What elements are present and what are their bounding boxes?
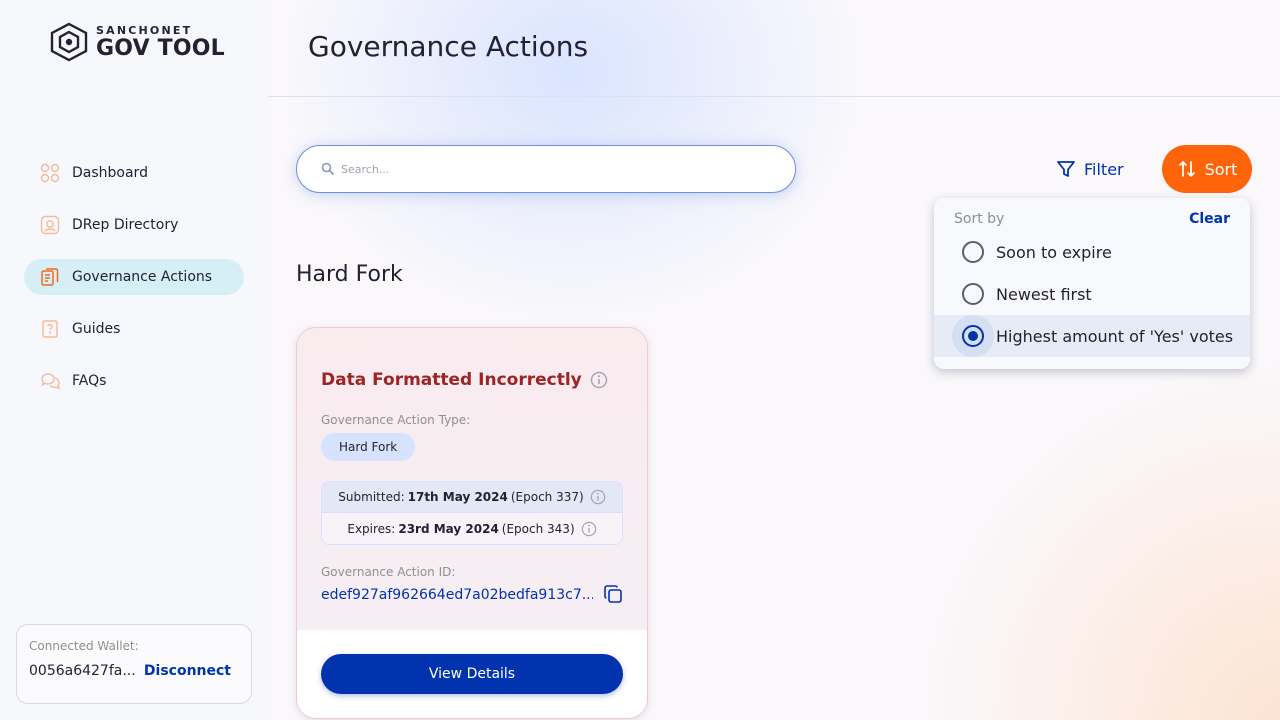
guides-icon [40, 319, 60, 339]
sidebar: SANCHONET GOV TOOL Dashboard DRep Direct… [0, 0, 268, 720]
filter-icon [1057, 161, 1075, 177]
governance-action-card: Data Formatted Incorrectly Governance Ac… [296, 327, 648, 719]
search-bar[interactable] [296, 145, 796, 193]
sort-button[interactable]: Sort [1162, 145, 1252, 193]
sidebar-item-label: Dashboard [72, 165, 148, 181]
search-icon [321, 162, 335, 176]
section-title: Hard Fork [296, 262, 403, 287]
search-input[interactable] [341, 162, 761, 176]
governance-actions-icon [40, 267, 60, 287]
sidebar-item-guides[interactable]: Guides [24, 311, 244, 347]
sidebar-nav: Dashboard DRep Directory Governance Acti… [24, 155, 244, 415]
radio-unchecked[interactable] [962, 241, 984, 263]
action-id-value: edef927af962664ed7a02bedfa913c7... [321, 587, 593, 603]
sort-option-newest-first[interactable]: Newest first [934, 273, 1250, 315]
main-content: Governance Actions Filter Sort Sort by C… [268, 0, 1280, 720]
submitted-label: Submitted: [338, 490, 405, 504]
expires-label: Expires: [347, 521, 396, 536]
filter-label: Filter [1084, 159, 1124, 179]
sort-option-soon-to-expire[interactable]: Soon to expire [934, 231, 1250, 273]
submitted-epoch: (Epoch 337) [510, 490, 584, 504]
action-type-label: Governance Action Type: [321, 413, 471, 427]
sort-option-highest-yes-votes[interactable]: Highest amount of 'Yes' votes [934, 315, 1250, 357]
sidebar-item-faqs[interactable]: FAQs [24, 363, 244, 399]
sidebar-item-governance-actions[interactable]: Governance Actions [24, 259, 244, 295]
sort-menu: Sort by Clear Soon to expire Newest firs… [934, 198, 1250, 369]
sort-option-label: Newest first [996, 284, 1092, 304]
action-id-label: Governance Action ID: [321, 565, 456, 579]
dashboard-icon [40, 163, 60, 183]
expires-row: Expires: 23rd May 2024 (Epoch 343) [322, 513, 622, 544]
page-title: Governance Actions [308, 30, 589, 63]
sort-clear-button[interactable]: Clear [1189, 211, 1230, 227]
expires-epoch: (Epoch 343) [501, 521, 575, 536]
wallet-label: Connected Wallet: [29, 639, 139, 653]
faqs-icon [40, 371, 60, 391]
submitted-row: Submitted: 17th May 2024 (Epoch 337) [322, 482, 622, 513]
info-icon[interactable] [581, 521, 597, 537]
filter-button[interactable]: Filter [1056, 155, 1124, 183]
sidebar-item-dashboard[interactable]: Dashboard [24, 155, 244, 191]
wallet-address: 0056a6427fa... [29, 663, 136, 679]
card-title: Data Formatted Incorrectly [321, 370, 582, 390]
sort-option-label: Soon to expire [996, 242, 1112, 262]
sidebar-item-label: Governance Actions [72, 269, 213, 285]
sort-icon [1178, 161, 1195, 177]
submitted-date: 17th May 2024 [407, 490, 508, 504]
info-icon[interactable] [590, 489, 606, 505]
sidebar-item-label: FAQs [72, 373, 107, 389]
logo[interactable]: SANCHONET GOV TOOL [48, 22, 225, 62]
sidebar-item-label: Guides [72, 321, 121, 337]
card-footer: View Details [297, 630, 647, 718]
action-type-chip: Hard Fork [321, 433, 416, 461]
sidebar-item-label: DRep Directory [72, 217, 179, 233]
sort-label: Sort [1204, 159, 1238, 179]
sort-menu-title: Sort by [954, 211, 1005, 227]
radio-unchecked[interactable] [962, 283, 984, 305]
view-details-button[interactable]: View Details [321, 654, 623, 694]
info-icon[interactable] [590, 371, 608, 389]
connected-wallet-panel: Connected Wallet: 0056a6427fa... Disconn… [16, 624, 252, 704]
dates-box: Submitted: 17th May 2024 (Epoch 337) Exp… [321, 481, 623, 545]
copy-icon[interactable] [603, 584, 623, 604]
sort-option-label: Highest amount of 'Yes' votes [996, 326, 1234, 346]
disconnect-button[interactable]: Disconnect [144, 663, 231, 679]
sidebar-item-drep-directory[interactable]: DRep Directory [24, 207, 244, 243]
radio-checked[interactable] [962, 325, 984, 347]
drep-directory-icon [40, 215, 60, 235]
govtool-logo-icon [50, 22, 88, 62]
logo-title: GOV TOOL [96, 35, 225, 61]
page-header: Governance Actions [268, 0, 1280, 97]
expires-date: 23rd May 2024 [398, 521, 499, 536]
logo-subtitle: SANCHONET [96, 23, 193, 37]
